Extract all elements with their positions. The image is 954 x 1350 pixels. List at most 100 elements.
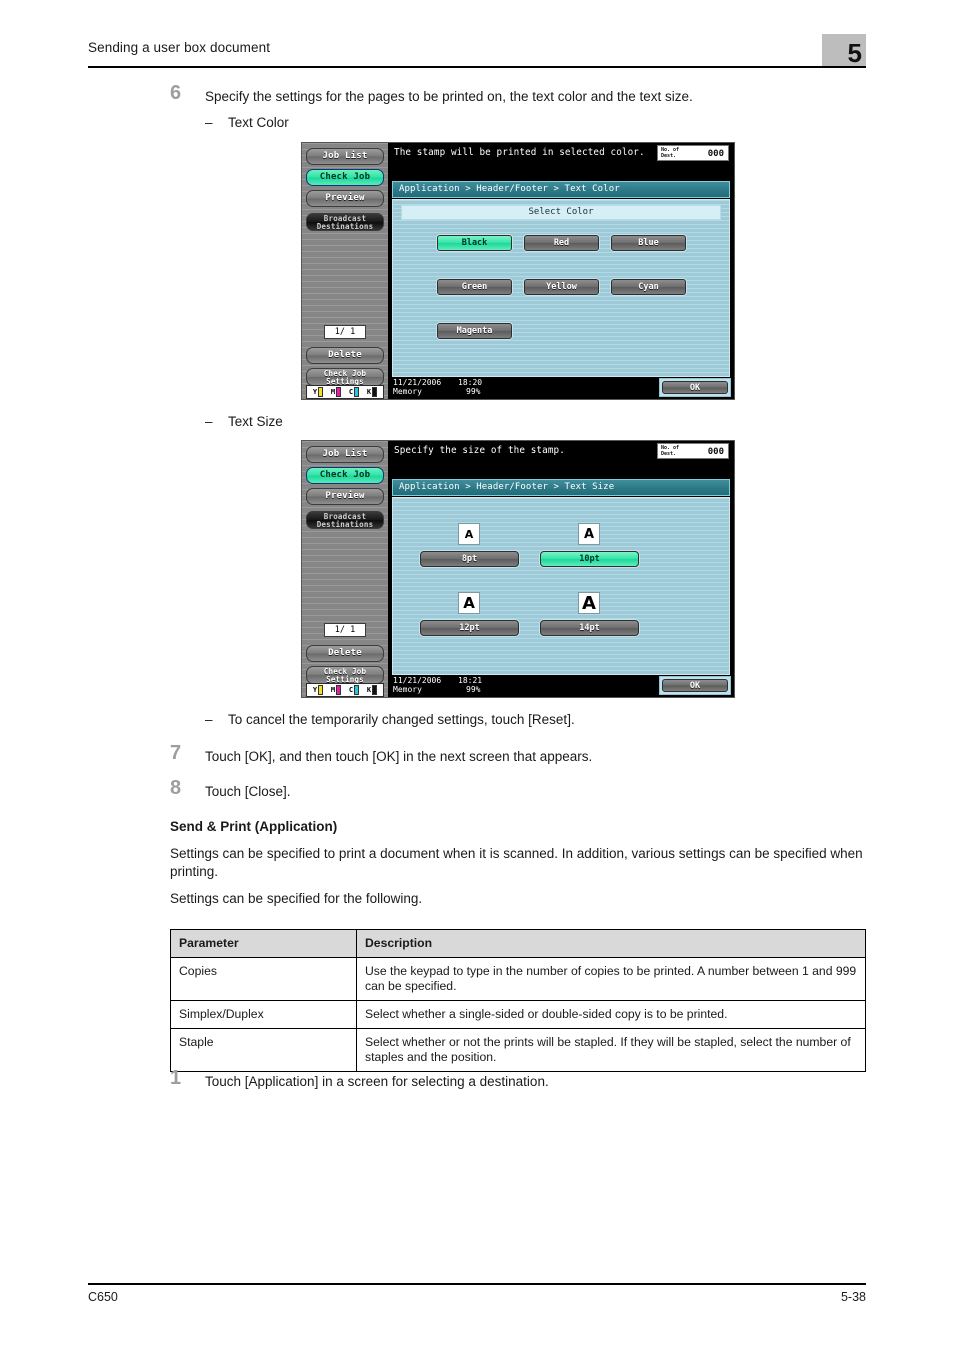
size-preview-10pt: A xyxy=(578,523,600,545)
destination-count-value: 000 xyxy=(707,149,724,159)
color-button-green[interactable]: Green xyxy=(437,279,512,295)
table-cell-parameter-copies: Copies xyxy=(170,957,357,1001)
parameter-description-table: Parameter Description Copies Use the key… xyxy=(170,929,866,1072)
destination-count-value-2: 000 xyxy=(707,447,724,457)
toner-yellow: Y xyxy=(313,387,324,397)
table-header-description: Description xyxy=(356,929,866,958)
broadcast-destinations-button-2[interactable]: Broadcast Destinations xyxy=(306,511,384,529)
lcd-message-text-2: Specify the size of the stamp. xyxy=(394,445,565,456)
step-8-text: Touch [Close]. xyxy=(205,784,291,799)
broadcast-destinations-button[interactable]: Broadcast Destinations xyxy=(306,213,384,231)
job-list-button[interactable]: Job List xyxy=(306,148,384,165)
toner-black-2: K xyxy=(367,685,378,695)
toner-cyan-label-2: C xyxy=(348,686,354,694)
size-preview-8pt: A xyxy=(458,523,480,545)
color-button-magenta[interactable]: Magenta xyxy=(437,323,512,339)
toner-level-indicator: Y M C K xyxy=(306,385,384,399)
destination-counter-label-2: No. of Dest. xyxy=(661,445,679,457)
lcd-date-2: 11/21/2006 xyxy=(393,676,442,685)
section-paragraph-2: Settings can be specified for the follow… xyxy=(170,891,423,906)
toner-level-indicator-2: Y M C K xyxy=(306,683,384,697)
preview-button[interactable]: Preview xyxy=(306,190,384,207)
lcd-screenshot-text-size: Job List Check Job Preview Broadcast Des… xyxy=(301,440,735,698)
size-preview-14pt: A xyxy=(578,592,600,614)
color-button-red[interactable]: Red xyxy=(524,235,599,251)
broadcast-destinations-line2-2: Destinations xyxy=(316,520,374,529)
destination-counter-label: No. of Dest. xyxy=(661,147,679,159)
lcd-status-bar: 11/21/2006 18:20 Memory 99% OK xyxy=(388,377,734,399)
table-row: Copies Use the keypad to type in the num… xyxy=(170,957,866,1001)
step-8-number: 8 xyxy=(170,777,182,799)
lcd-message-bar-2: Specify the size of the stamp. No. of De… xyxy=(388,441,734,477)
footer-rule xyxy=(88,1283,866,1285)
toner-magenta-2: M xyxy=(330,685,342,695)
destination-counter-2: No. of Dest. 000 xyxy=(657,443,729,459)
dash-text-size: – Text Size xyxy=(205,413,875,431)
check-job-button[interactable]: Check Job xyxy=(306,169,384,186)
toner-yellow-bar-2 xyxy=(318,685,324,695)
dash-bullet-icon-3: – xyxy=(205,712,213,727)
chapter-number: 5 xyxy=(847,38,862,68)
table-cell-parameter-staple: Staple xyxy=(170,1028,357,1072)
dash-reset-text: To cancel the temporarily changed settin… xyxy=(228,712,575,727)
check-job-settings-button-2[interactable]: Check Job Settings xyxy=(306,666,384,684)
lcd-screenshot-text-color: Job List Check Job Preview Broadcast Des… xyxy=(301,142,735,400)
table-row: Staple Select whether or not the prints … xyxy=(170,1028,866,1072)
lcd-main-area: The stamp will be printed in selected co… xyxy=(388,143,734,399)
page-indicator-2: 1/ 1 xyxy=(324,623,366,637)
toner-black-bar-2 xyxy=(372,685,378,695)
step-7: 7 Touch [OK], and then touch [OK] in the… xyxy=(170,743,870,766)
step-7-text: Touch [OK], and then touch [OK] in the n… xyxy=(205,749,593,764)
table-cell-description-staple: Select whether or not the prints will be… xyxy=(356,1028,866,1072)
size-button-10pt[interactable]: 10pt xyxy=(540,551,639,567)
size-button-8pt[interactable]: 8pt xyxy=(420,551,519,567)
step-7-number: 7 xyxy=(170,742,182,764)
table-header-parameter: Parameter xyxy=(170,929,357,958)
lcd-main-area-2: Specify the size of the stamp. No. of De… xyxy=(388,441,734,697)
table-header-row: Parameter Description xyxy=(170,929,866,958)
toner-yellow-2: Y xyxy=(312,685,324,695)
color-button-yellow[interactable]: Yellow xyxy=(524,279,599,295)
step-8: 8 Touch [Close]. xyxy=(170,778,870,801)
lcd-time-2: 18:21 xyxy=(458,676,483,685)
color-button-cyan[interactable]: Cyan xyxy=(611,279,686,295)
check-job-button-2[interactable]: Check Job xyxy=(306,467,384,484)
toner-cyan-2: C xyxy=(348,685,360,695)
size-preview-12pt: A xyxy=(458,592,480,614)
preview-button-2[interactable]: Preview xyxy=(306,488,384,505)
color-button-blue[interactable]: Blue xyxy=(611,235,686,251)
footer-model: C650 xyxy=(88,1290,118,1304)
lcd-workspace-2: A A 8pt 10pt A A 12pt 14pt xyxy=(392,497,730,675)
toner-magenta-label: M xyxy=(330,388,336,396)
check-job-settings-button[interactable]: Check Job Settings xyxy=(306,368,384,386)
select-color-title: Select Color xyxy=(401,205,721,220)
page-indicator: 1/ 1 xyxy=(324,325,366,339)
dash-reset-note: – To cancel the temporarily changed sett… xyxy=(205,711,875,729)
toner-cyan-bar xyxy=(354,387,360,397)
size-button-12pt[interactable]: 12pt xyxy=(420,620,519,636)
size-button-14pt[interactable]: 14pt xyxy=(540,620,639,636)
delete-button-2[interactable]: Delete xyxy=(306,645,384,662)
color-button-black[interactable]: Black xyxy=(437,235,512,251)
header-rule xyxy=(88,66,866,68)
step-6-number: 6 xyxy=(170,82,182,104)
toner-yellow-bar xyxy=(318,387,324,397)
lcd-memory-pct-2: 99% xyxy=(466,685,481,694)
toner-magenta: M xyxy=(330,387,342,397)
lcd-workspace: Select Color Black Red Blue Green Yellow… xyxy=(392,199,730,377)
ok-button-2[interactable]: OK xyxy=(662,679,728,692)
footer-page-number: 5-38 xyxy=(840,1290,866,1304)
toner-black-label: K xyxy=(366,388,372,396)
toner-magenta-label-2: M xyxy=(330,686,336,694)
toner-cyan-bar-2 xyxy=(354,685,360,695)
page-header: Sending a user box document 5 xyxy=(88,34,866,68)
toner-yellow-label-2: Y xyxy=(312,686,318,694)
ok-button[interactable]: OK xyxy=(662,381,728,394)
job-list-button-2[interactable]: Job List xyxy=(306,446,384,463)
lcd-memory-label: Memory xyxy=(393,387,422,396)
delete-button[interactable]: Delete xyxy=(306,347,384,364)
lcd-memory-label-2: Memory xyxy=(393,685,422,694)
dash-text-color-label: Text Color xyxy=(228,115,289,130)
toner-cyan: C xyxy=(349,387,360,397)
table-cell-description-simplex-duplex: Select whether a single-sided or double-… xyxy=(356,1000,866,1029)
